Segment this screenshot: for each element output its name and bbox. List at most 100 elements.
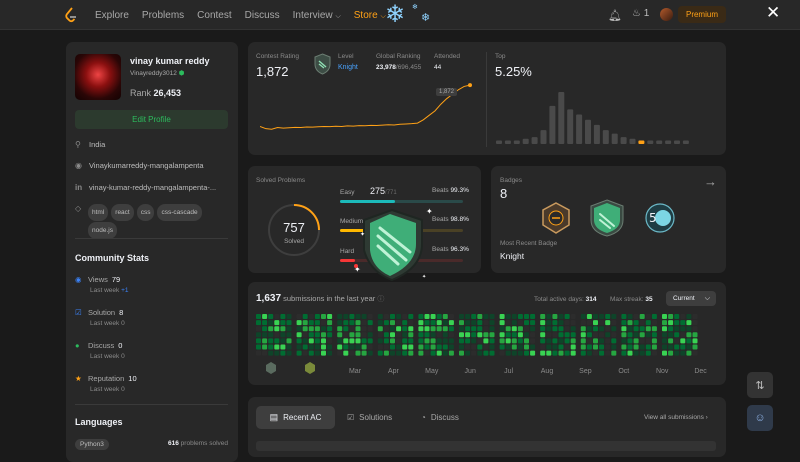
badge-1-icon[interactable]: [539, 201, 573, 235]
heatmap-cell: [639, 344, 645, 350]
tab-solutions[interactable]: ☑ Solutions: [347, 406, 392, 429]
premium-button[interactable]: Premium: [678, 6, 726, 23]
nav-contest[interactable]: Contest: [197, 10, 231, 21]
github-link[interactable]: Vinaykumarreddy-mangalampenta: [89, 161, 204, 170]
heatmap-cell: [605, 344, 611, 350]
heatmap-cell: [465, 350, 471, 356]
heatmap-cell: [367, 314, 373, 319]
tab-recent-ac[interactable]: ▤ Recent AC: [256, 406, 335, 429]
heatmap-cell: [256, 344, 261, 350]
skill-tag[interactable]: react: [111, 204, 134, 221]
heatmap-cell: [651, 338, 657, 344]
heatmap-cell: [418, 332, 424, 338]
heatmap-cell: [680, 332, 686, 338]
skill-tag[interactable]: node.js: [88, 222, 117, 239]
heatmap-cell: [552, 326, 558, 332]
stat-value: 0: [118, 341, 123, 350]
scroll-top-button[interactable]: ⇅: [747, 372, 773, 398]
arrow-right-icon[interactable]: →: [704, 174, 717, 189]
heatmap-cell: [668, 332, 674, 338]
profile-card: vinay kumar reddy Vinayreddy3012 ⬢ Rank …: [66, 42, 238, 462]
heatmap-cell: [296, 350, 302, 356]
heatmap-cell: [302, 332, 308, 338]
rating-marker-label: 1,872: [436, 88, 458, 96]
feedback-button[interactable]: ☺: [747, 405, 773, 431]
heatmap-cell: [471, 350, 477, 356]
heatmap-cell: [605, 320, 611, 326]
heatmap-cell: [296, 326, 302, 332]
contest-rating-value: 1,872: [256, 64, 289, 79]
heatmap-cell: [367, 344, 373, 350]
linkedin-row[interactable]: in vinay-kumar-reddy-mangalampenta-...: [75, 183, 216, 192]
skill-tag[interactable]: html: [88, 204, 109, 221]
histogram-bar: [531, 137, 538, 144]
heatmap-cell: [524, 320, 529, 326]
tab-discuss[interactable]: ◔ Discuss: [421, 406, 459, 429]
easy-bar-fill: [340, 200, 396, 203]
heatmap-cell: [570, 338, 576, 344]
bell-icon[interactable]: 🔔︎: [608, 9, 622, 22]
mini-badge-icon: [305, 362, 315, 374]
year-dropdown-label: Current: [673, 295, 695, 302]
skill-tag[interactable]: css: [136, 204, 155, 221]
heatmap-cell: [645, 314, 651, 319]
heatmap-cell: [599, 344, 605, 350]
histogram-bar: [513, 140, 520, 144]
heatmap-cell: [262, 344, 268, 350]
leetcode-logo-icon[interactable]: [64, 7, 78, 23]
heatmap-cell: [611, 332, 617, 338]
heatmap-cell: [383, 344, 389, 350]
nav-interview[interactable]: Interview ⌵: [293, 10, 341, 21]
heatmap-cell: [505, 338, 511, 344]
streak-counter[interactable]: ♨ 1: [632, 8, 649, 19]
stat-views: ◉ Views 79 Last week +1: [75, 275, 129, 294]
heatmap-cell: [552, 314, 558, 319]
nav-store[interactable]: Store ⌵: [354, 10, 386, 21]
heatmap-cell: [367, 320, 373, 326]
heatmap-cell: [448, 326, 454, 332]
heatmap-cell: [418, 314, 424, 319]
nav-problems[interactable]: Problems: [142, 10, 184, 21]
heatmap-cell: [564, 344, 570, 350]
heatmap-cell: [321, 338, 326, 344]
histogram-bar: [656, 140, 663, 144]
linkedin-link[interactable]: vinay-kumar-reddy-mangalampenta-...: [89, 183, 216, 192]
close-icon[interactable]: ✕: [766, 3, 780, 23]
heatmap-cell: [308, 326, 314, 332]
heatmap-cell: [611, 314, 617, 319]
skill-tag[interactable]: css-cascade: [157, 204, 202, 221]
heatmap-cell: [262, 350, 268, 356]
svg-text:5: 5: [649, 211, 657, 225]
heatmap-cell: [586, 314, 592, 319]
nav-explore[interactable]: Explore: [95, 10, 129, 21]
view-all-submissions-link[interactable]: View all submissions ›: [644, 414, 708, 421]
badge-knight-icon[interactable]: [588, 198, 626, 238]
heatmap-cell: [546, 320, 552, 326]
heatmap-cell: [430, 344, 436, 350]
heatmap-cell: [517, 326, 523, 332]
heatmap-cell: [680, 326, 686, 332]
badge-50-days-icon[interactable]: 5: [643, 202, 677, 234]
heatmap-cell: [361, 326, 367, 332]
chevron-down-icon: ⌵: [704, 294, 710, 302]
histogram-bar: [585, 119, 591, 144]
year-dropdown[interactable]: Current ⌵: [666, 291, 716, 306]
heatmap-cell: [390, 314, 395, 319]
tab-solutions-label: Solutions: [359, 413, 393, 422]
heatmap-cell: [517, 344, 523, 350]
heatmap-cell: [546, 332, 552, 338]
heatmap-cell: [465, 314, 471, 319]
heatmap-cell: [668, 350, 674, 356]
heatmap-cell: [436, 344, 442, 350]
heatmap-cell: [308, 350, 314, 356]
heatmap-cell: [639, 338, 645, 344]
user-avatar[interactable]: [660, 8, 673, 21]
histogram-bar: [576, 114, 583, 144]
heatmap-cell: [377, 338, 383, 344]
heatmap-cell: [639, 332, 645, 338]
recent-badge-name: Knight: [500, 251, 525, 261]
github-row[interactable]: ◉ Vinaykumarreddy-mangalampenta: [75, 161, 204, 170]
nav-discuss[interactable]: Discuss: [245, 10, 280, 21]
heatmap-cell: [314, 344, 320, 350]
edit-profile-button[interactable]: Edit Profile: [75, 110, 228, 129]
